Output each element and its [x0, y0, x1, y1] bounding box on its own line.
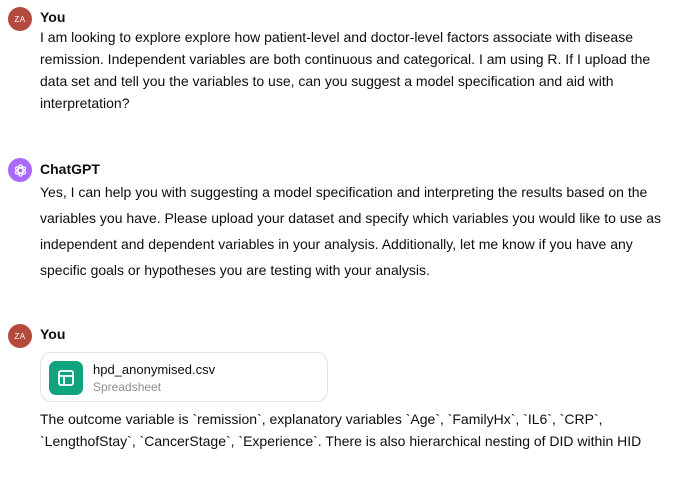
- message-text: Yes, I can help you with suggesting a mo…: [40, 184, 662, 278]
- message-author: You: [40, 9, 66, 25]
- user-avatar: ZA: [8, 324, 32, 348]
- user-avatar: ZA: [8, 7, 32, 31]
- message-author: ChatGPT: [40, 161, 100, 177]
- message-author: You: [40, 326, 66, 342]
- spreadsheet-icon: [49, 361, 83, 395]
- assistant-message: ChatGPT Yes, I can help you with suggest…: [0, 150, 680, 290]
- openai-logo-icon: [14, 163, 26, 177]
- user-message: ZA You hpd_anonymised.csv Spreadsheet Th…: [0, 324, 680, 487]
- avatar-initials: ZA: [14, 14, 26, 24]
- message-text: I am looking to explore explore how pati…: [40, 29, 651, 111]
- attachment-type: Spreadsheet: [93, 380, 162, 394]
- attachment-filename: hpd_anonymised.csv: [93, 362, 216, 377]
- user-message: ZA You I am looking to explore explore h…: [0, 0, 680, 120]
- file-attachment[interactable]: hpd_anonymised.csv Spreadsheet: [40, 352, 328, 402]
- chatgpt-avatar: [8, 158, 32, 182]
- avatar-initials: ZA: [14, 331, 26, 341]
- message-text: The outcome variable is `remission`, exp…: [40, 411, 642, 449]
